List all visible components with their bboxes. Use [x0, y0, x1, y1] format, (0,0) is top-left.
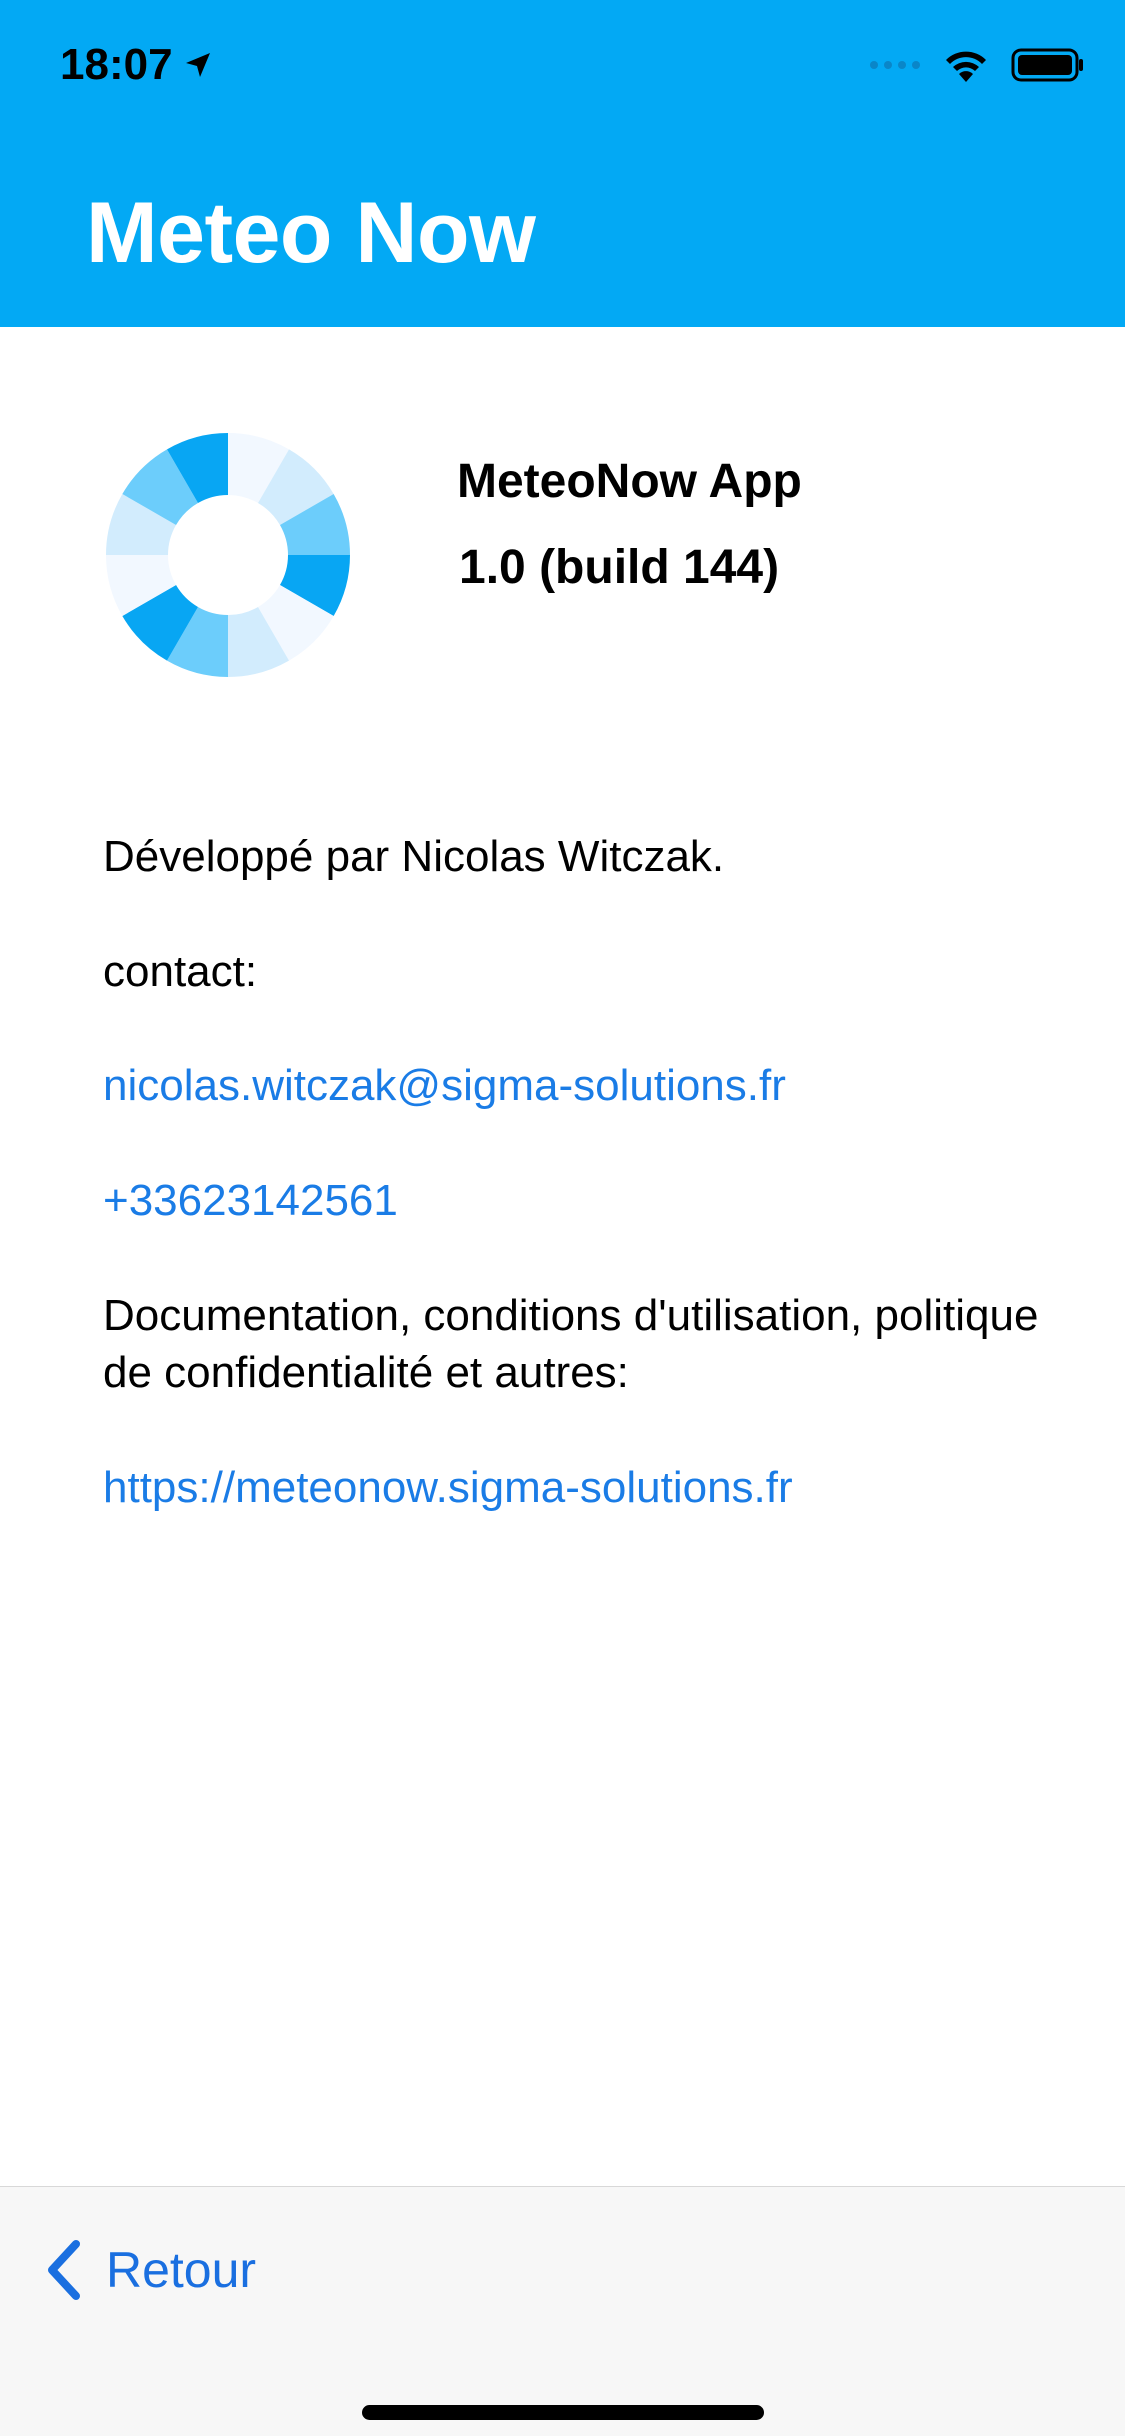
battery-icon: [1011, 48, 1083, 82]
header: 18:07 Meteo Now: [0, 0, 1125, 327]
developer-text: Développé par Nicolas Witczak.: [103, 832, 725, 881]
wifi-icon: [946, 51, 986, 82]
app-name: MeteoNow App: [457, 455, 802, 508]
status-time-label: 18:07: [60, 40, 173, 89]
location-arrow-icon: [185, 53, 210, 77]
email-link[interactable]: nicolas.witczak@sigma-solutions.fr: [103, 1057, 1053, 1114]
page-title: Meteo Now: [86, 185, 536, 281]
documentation-text: Documentation, conditions d'utilisation,…: [103, 1291, 1039, 1397]
app-logo-icon: [106, 433, 350, 677]
website-link[interactable]: https://meteonow.sigma-solutions.fr: [103, 1459, 1053, 1516]
contact-label: contact:: [103, 947, 258, 996]
chevron-left-icon: [48, 2240, 80, 2300]
status-bar-indicators: [869, 48, 1085, 82]
back-button[interactable]: Retour: [44, 2239, 256, 2301]
phone-link[interactable]: +33623142561: [103, 1172, 1053, 1229]
about-screen: 18:07 Meteo Now MeteoNow App 1.0 (build …: [0, 0, 1125, 2436]
app-version: 1.0 (build 144): [459, 541, 780, 594]
back-button-label: Retour: [106, 2242, 257, 2298]
signal-icon: [870, 61, 920, 69]
bottom-toolbar: Retour: [0, 2186, 1125, 2436]
status-bar-time: 18:07: [60, 40, 213, 90]
home-indicator: [362, 2405, 764, 2420]
